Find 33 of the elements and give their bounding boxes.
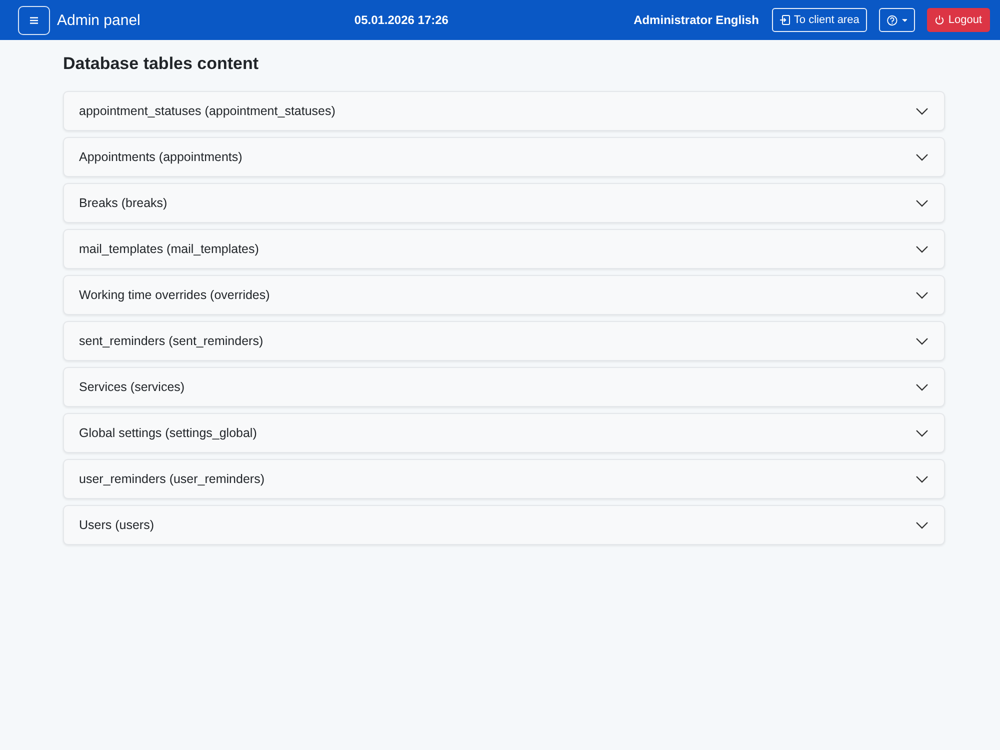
accordion-item[interactable]: Users (users) bbox=[63, 505, 945, 545]
help-dropdown-button[interactable] bbox=[879, 8, 916, 32]
logout-button[interactable]: Logout bbox=[927, 8, 990, 32]
accordion-item[interactable]: Breaks (breaks) bbox=[63, 183, 945, 223]
accordion-item[interactable]: Global settings (settings_global) bbox=[63, 413, 945, 453]
menu-button[interactable] bbox=[18, 6, 50, 34]
accordion-item-label: Global settings (settings_global) bbox=[79, 426, 257, 440]
accordion-item[interactable]: mail_templates (mail_templates) bbox=[63, 229, 945, 269]
user-name: Administrator English bbox=[634, 13, 759, 27]
accordion-item[interactable]: Working time overrides (overrides) bbox=[63, 275, 945, 315]
accordion-item[interactable]: sent_reminders (sent_reminders) bbox=[63, 321, 945, 361]
accordion-item[interactable]: Appointments (appointments) bbox=[63, 137, 945, 177]
accordion-item[interactable]: Services (services) bbox=[63, 367, 945, 407]
accordion-item-label: Services (services) bbox=[79, 380, 185, 394]
accordion-item-label: Users (users) bbox=[79, 518, 154, 532]
help-icon bbox=[887, 14, 898, 26]
caret-icon bbox=[902, 18, 908, 22]
datetime-text: 05.01.2026 17:26 bbox=[354, 13, 448, 27]
client-area-button[interactable]: To client area bbox=[772, 8, 868, 32]
brand-title[interactable]: Admin panel bbox=[57, 12, 140, 28]
accordion-item-label: Working time overrides (overrides) bbox=[79, 288, 270, 302]
page-title: Database tables content bbox=[63, 54, 259, 74]
accordion-item-label: Breaks (breaks) bbox=[79, 196, 168, 210]
accordion-item-label: user_reminders (user_reminders) bbox=[79, 472, 264, 486]
accordion-item-label: mail_templates (mail_templates) bbox=[79, 242, 259, 256]
accordion-item[interactable]: appointment_statuses (appointment_statuses) bbox=[63, 91, 945, 131]
accordion-item-label: Appointments (appointments) bbox=[79, 150, 242, 164]
enter-icon bbox=[780, 15, 790, 25]
menu-icon bbox=[30, 16, 38, 24]
accordion-item-label: appointment_statuses (appointment_statuses) bbox=[79, 104, 336, 118]
power-icon bbox=[935, 15, 944, 25]
accordion-item-label: sent_reminders (sent_reminders) bbox=[79, 334, 264, 348]
accordion-item[interactable]: user_reminders (user_reminders) bbox=[63, 459, 945, 499]
